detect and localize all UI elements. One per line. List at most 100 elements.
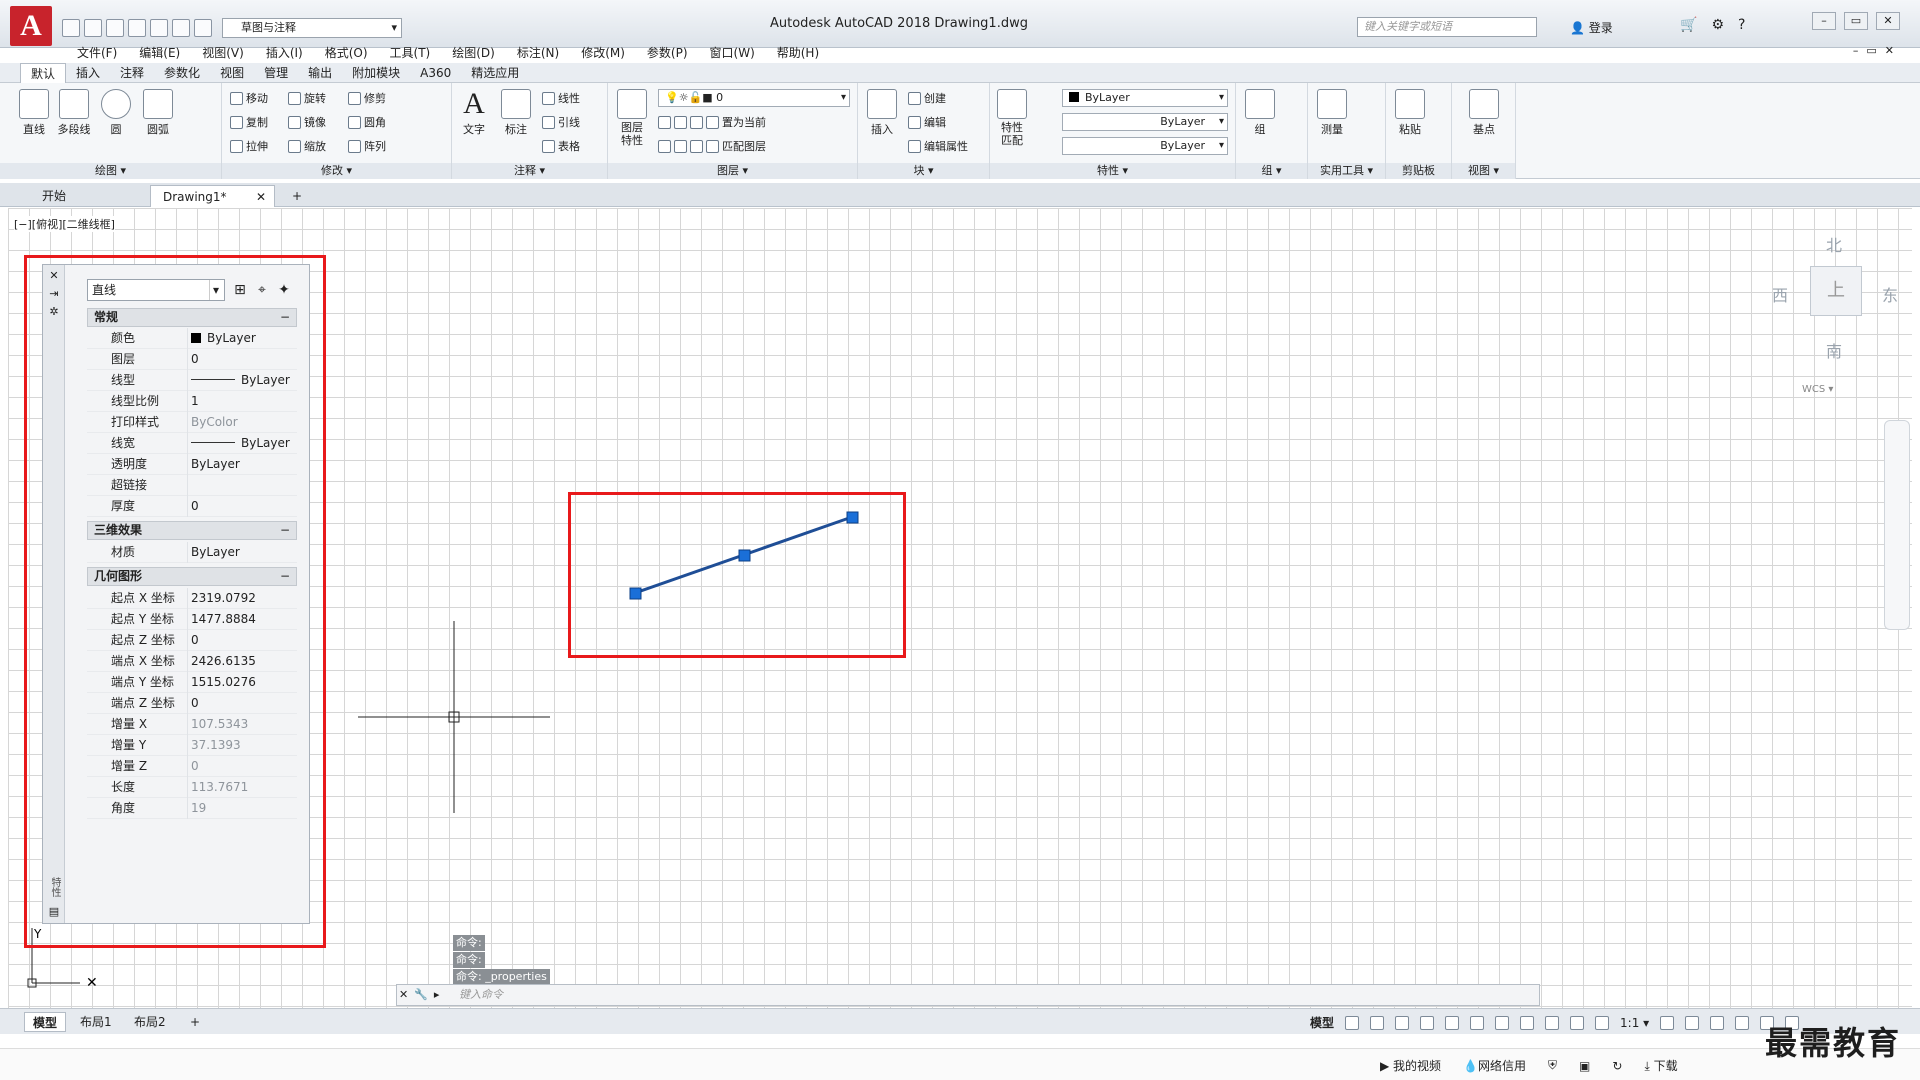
object-snap-tracking-icon[interactable] [1495,1015,1510,1030]
close-button[interactable]: ✕ [1876,12,1900,30]
section-geometry[interactable]: 几何图形 [87,567,297,586]
save-as-icon[interactable] [128,19,146,37]
add-layout-button[interactable]: + [182,1012,208,1032]
section-general[interactable]: 常规 [87,308,297,327]
menu-dimension[interactable]: 标注(N) [506,44,570,61]
modify-panel-label[interactable]: 修改 ▾ [222,163,451,179]
quick-select-icon[interactable]: ✦ [275,281,293,299]
set-current-button[interactable]: 置为当前 [722,114,766,130]
prop-row-start-z[interactable]: 起点 Z 坐标 0 [87,630,297,651]
isodraft-icon[interactable] [1470,1015,1485,1030]
image-icon[interactable]: ▣ [1579,1059,1590,1073]
document-window-controls[interactable]: –▭✕ [1853,44,1902,57]
menu-file[interactable]: 文件(F) [66,44,128,61]
exchange-icon[interactable]: ⚙ [1711,17,1724,33]
lineweight-select[interactable]: ByLayer [1062,137,1228,155]
snap-icon[interactable] [1370,1015,1385,1030]
section-3d-effects[interactable]: 三维效果 [87,521,297,540]
prop-row-transparency[interactable]: 透明度 ByLayer [87,454,297,475]
prop-row-end-x[interactable]: 端点 X 坐标 2426.6135 [87,651,297,672]
prop-row-layer[interactable]: 图层 0 [87,349,297,370]
workspace-switch-icon[interactable] [1660,1015,1675,1030]
start-grip[interactable] [629,587,642,600]
tab-view[interactable]: 视图 [210,63,254,83]
menu-format[interactable]: 格式(O) [314,44,379,61]
command-input[interactable]: 键入命令 [459,985,503,1005]
my-video-item[interactable]: ▶ 我的视频 [1380,1057,1441,1074]
create-block-button[interactable]: 创建 [908,89,946,107]
layer-walk-icon[interactable] [706,139,719,153]
layer-thaw-icon[interactable] [674,139,687,153]
gear-icon[interactable]: ✲ [47,305,61,319]
annotation-visibility-icon[interactable] [1570,1015,1585,1030]
workspace-select[interactable]: 草图与注释 [222,18,402,38]
prop-row-hyperlink[interactable]: 超链接 [87,475,297,496]
prop-row-start-y[interactable]: 起点 Y 坐标 1477.8884 [87,609,297,630]
isolate-objects-icon[interactable] [1710,1015,1725,1030]
fillet-button[interactable]: 圆角 [348,113,386,131]
command-line-tools[interactable]: ✕🔧▸ [399,985,445,1005]
layers-panel-label[interactable]: 图层 ▾ [608,163,857,179]
layout1-tab[interactable]: 布局1 [72,1012,120,1032]
menu-edit[interactable]: 编辑(E) [128,44,191,61]
tab-annotate[interactable]: 注释 [110,63,154,83]
move-button[interactable]: 移动 [230,89,268,107]
group-button[interactable]: 组 [1240,89,1280,137]
layer-on-icon[interactable] [658,139,671,153]
login-button[interactable]: 👤 登录 [1570,19,1613,36]
command-line[interactable]: ✕🔧▸ 键入命令 [396,984,1540,1006]
object-snap-icon[interactable] [1520,1015,1535,1030]
prop-row-end-z[interactable]: 端点 Z 坐标 0 [87,693,297,714]
toggle-pickadd-icon[interactable]: ⊞ [231,281,249,299]
mirror-button[interactable]: 镜像 [288,113,326,131]
view-panel-label[interactable]: 视图 ▾ [1452,163,1515,179]
base-view-button[interactable]: 基点 [1464,89,1504,137]
prop-row-lineweight[interactable]: 线宽 ByLayer [87,433,297,454]
text-button[interactable]: A 文字 [454,89,494,137]
tab-insert[interactable]: 插入 [66,63,110,83]
palette-menu-icon[interactable]: ▤ [47,905,61,919]
tab-manage[interactable]: 管理 [254,63,298,83]
tab-output[interactable]: 输出 [298,63,342,83]
palette-title-strip[interactable]: ✕ ⇥ ✲ 特性 ▤ [43,265,65,923]
auto-scale-icon[interactable] [1595,1015,1610,1030]
search-input[interactable]: 键入关键字或短语 [1357,17,1537,37]
open-file-icon[interactable] [84,19,102,37]
leader-button[interactable]: 引线 [542,113,580,131]
start-tab[interactable]: 开始 [30,185,78,207]
maximize-button[interactable]: ▭ [1844,12,1868,30]
stretch-button[interactable]: 拉伸 [230,137,268,155]
tab-parametric[interactable]: 参数化 [154,63,210,83]
circle-button[interactable]: 圆 [96,89,136,137]
linetype-select[interactable]: ByLayer [1062,113,1228,131]
layer-lock-icon[interactable] [706,115,719,129]
menu-parametric[interactable]: 参数(P) [636,44,699,61]
edit-block-button[interactable]: 编辑 [908,113,946,131]
grid-icon[interactable] [1345,1015,1360,1030]
menu-window[interactable]: 窗口(W) [699,44,766,61]
shield-icon[interactable]: ⛨ [1548,1058,1557,1073]
print-icon[interactable] [150,19,168,37]
prop-row-plot-style[interactable]: 打印样式 ByColor [87,412,297,433]
arc-button[interactable]: 圆弧 [138,89,178,137]
lineweight-icon[interactable] [1545,1015,1560,1030]
undo-icon[interactable] [172,19,190,37]
credit-item[interactable]: 💧网络信用 [1463,1057,1526,1074]
insert-block-button[interactable]: 插入 [862,89,902,137]
edit-attributes-button[interactable]: 编辑属性 [908,137,968,155]
utilities-panel-label[interactable]: 实用工具 ▾ [1308,163,1385,179]
tab-a360[interactable]: A360 [410,63,461,83]
save-icon[interactable] [106,19,124,37]
new-tab-button[interactable]: + [286,185,308,207]
linear-button[interactable]: 线性 [542,89,580,107]
annotation-monitor-icon[interactable] [1685,1015,1700,1030]
close-tab-icon[interactable]: ✕ [256,186,266,208]
select-objects-icon[interactable]: ⌖ [253,281,271,299]
measure-button[interactable]: 测量 [1312,89,1352,137]
annotation-scale[interactable]: 1:1 ▾ [1620,1016,1649,1030]
layer-off-icon[interactable] [658,115,671,129]
menu-draw[interactable]: 绘图(D) [441,44,506,61]
trim-button[interactable]: 修剪 [348,89,386,107]
rotate-button[interactable]: 旋转 [288,89,326,107]
cart-icon[interactable]: 🛒 [1680,17,1697,33]
